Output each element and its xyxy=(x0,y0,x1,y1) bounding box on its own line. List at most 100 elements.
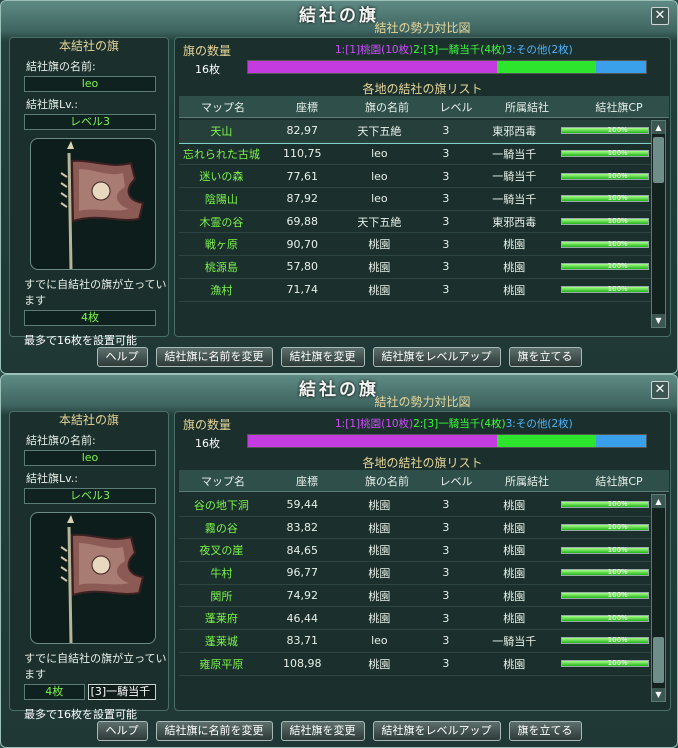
coord-cell: 71,74 xyxy=(286,283,319,297)
levelup-flag-button[interactable]: 結社旗をレベルアップ xyxy=(372,721,501,741)
cp-value: 100% xyxy=(607,149,628,158)
cp-value: 100% xyxy=(607,239,628,248)
column-header[interactable]: マップ名 xyxy=(179,99,267,115)
guild-cell: 桃園 xyxy=(503,566,526,580)
flag-name-cell: leo xyxy=(371,147,388,161)
flag-name-cell: leo xyxy=(371,192,388,206)
flag-name-cell: 天下五絶 xyxy=(357,124,402,138)
rename-flag-button[interactable]: 結社旗に名前を変更 xyxy=(155,721,273,741)
scroll-thumb[interactable] xyxy=(653,137,664,183)
map-name-cell: 戦ヶ原 xyxy=(204,238,238,252)
column-header[interactable]: 旗の名前 xyxy=(347,99,427,115)
coord-cell: 83,82 xyxy=(286,521,319,535)
table-row[interactable]: 戦ヶ原 90,70 桃園 3 桃園 100% xyxy=(179,233,651,257)
standing-flags-count: 4枚 xyxy=(24,310,156,326)
power-comparison-title: 結社の勢力対比図 xyxy=(374,395,471,409)
flag-level-value: レベル3 xyxy=(24,488,156,504)
coord-cell: 74,92 xyxy=(286,589,319,603)
column-header[interactable]: 結社旗CP xyxy=(569,99,669,115)
cp-value: 100% xyxy=(607,194,628,203)
table-row[interactable]: 牛村 96,77 桃園 3 桃園 100% xyxy=(179,562,651,585)
change-flag-button[interactable]: 結社旗を変更 xyxy=(280,721,365,741)
coord-cell: 110,75 xyxy=(283,147,322,161)
table-row[interactable]: 霧の谷 83,82 桃園 3 桃園 100% xyxy=(179,517,651,540)
cp-bar: 100% xyxy=(560,194,649,203)
table-row[interactable]: 木霊の谷 69,88 天下五絶 3 東邪西毒 100% xyxy=(179,211,651,234)
scroll-up-button[interactable]: ▲ xyxy=(652,495,665,508)
column-header[interactable]: 座標 xyxy=(267,473,347,489)
flag-name-cell: 桃園 xyxy=(368,521,391,535)
guild-cell: 東邪西毒 xyxy=(492,215,537,229)
table-header: マップ名 座標 旗の名前 レベル 所属結社 結社旗CP xyxy=(179,470,669,492)
table-row[interactable]: 陰陽山 87,92 leo 3 一騎当千 100% xyxy=(179,188,651,211)
raise-flag-button[interactable]: 旗を立てる xyxy=(508,347,582,367)
cp-bar: 100% xyxy=(560,126,649,135)
column-header[interactable]: 結社旗CP xyxy=(569,473,669,489)
button-bar: ヘルプ 結社旗に名前を変更 結社旗を変更 結社旗をレベルアップ 旗を立てる xyxy=(1,347,677,367)
table-row[interactable]: 蓬莱城 83,71 leo 3 一騎当千 100% xyxy=(179,630,651,653)
table-row[interactable]: 蓬莱府 46,44 桃園 3 桃園 100% xyxy=(179,607,651,631)
scroll-up-button[interactable]: ▲ xyxy=(652,121,665,134)
column-header[interactable]: 座標 xyxy=(267,99,347,115)
cp-cell: 100% xyxy=(555,126,651,135)
table-row[interactable]: 関所 74,92 桃園 3 桃園 100% xyxy=(179,585,651,608)
cp-bar: 100% xyxy=(560,546,649,554)
column-header[interactable]: 所属結社 xyxy=(485,473,569,489)
help-button[interactable]: ヘルプ xyxy=(96,721,148,741)
guild-dropdown[interactable]: [3]一騎当千 xyxy=(87,684,156,700)
column-header[interactable]: マップ名 xyxy=(179,473,267,489)
table-row[interactable]: 桃源島 57,80 桃園 3 桃園 100% xyxy=(179,256,651,279)
own-flag-title: 本結社の旗 xyxy=(58,413,119,427)
total-flags-label: 16枚 xyxy=(195,63,220,76)
flag-name-cell: 天下五絶 xyxy=(357,215,402,229)
table-row[interactable]: 谷の地下洞 59,44 桃園 3 桃園 100% xyxy=(179,494,651,517)
level-cell: 3 xyxy=(442,657,450,671)
flag-name-value: leo xyxy=(24,76,156,92)
power-comparison-panel: 結社の勢力対比図 旗の数量 1:[1]桃園(10枚)2:[3]一騎当千(4枚)3:そ… xyxy=(174,395,671,711)
cp-cell: 100% xyxy=(555,262,651,271)
cp-value: 100% xyxy=(607,613,628,622)
power-bar-segment xyxy=(596,435,646,447)
scroll-down-button[interactable]: ▼ xyxy=(652,688,665,701)
legend-item: 2:[3]一騎当千(4枚) xyxy=(413,418,506,430)
level-cell: 3 xyxy=(442,124,450,138)
help-button[interactable]: ヘルプ xyxy=(96,347,148,367)
column-header[interactable]: 所属結社 xyxy=(485,99,569,115)
flag-name-cell: 桃園 xyxy=(368,283,391,297)
table-row[interactable]: 夜叉の崖 84,65 桃園 3 桃園 100% xyxy=(179,539,651,563)
table-row[interactable]: 雍原平原 108,98 桃園 3 桃園 100% xyxy=(179,653,651,676)
flag-name-cell: 桃園 xyxy=(368,657,391,671)
coord-cell: 77,61 xyxy=(286,169,319,183)
button-bar: ヘルプ 結社旗に名前を変更 結社旗を変更 結社旗をレベルアップ 旗を立てる xyxy=(1,721,677,741)
table-row[interactable]: 迷いの森 77,61 leo 3 一騎当千 100% xyxy=(179,165,651,189)
levelup-flag-button[interactable]: 結社旗をレベルアップ xyxy=(372,347,501,367)
map-name-cell: 木霊の谷 xyxy=(199,215,244,229)
power-bar-segment xyxy=(248,435,497,447)
column-header[interactable]: レベル xyxy=(427,473,485,489)
column-header[interactable]: 旗の名前 xyxy=(347,473,427,489)
own-flag-panel: 本結社の旗 結社旗の名前: leo 結社旗Lv.: レベル3 すでに自結社の旗が立っていま… xyxy=(9,411,169,721)
map-name-cell: 陰陽山 xyxy=(204,192,238,206)
cp-value: 100% xyxy=(607,262,628,271)
map-name-cell: 天山 xyxy=(210,124,233,138)
raise-flag-button[interactable]: 旗を立てる xyxy=(508,721,582,741)
column-header[interactable]: レベル xyxy=(427,99,485,115)
list-scrollbar[interactable]: ▲ ▼ xyxy=(651,120,666,328)
change-flag-button[interactable]: 結社旗を変更 xyxy=(280,347,365,367)
cp-value: 100% xyxy=(607,171,628,180)
flag-name-label: 結社旗の名前: xyxy=(26,434,96,447)
table-row[interactable]: 忘れられた古城 110,75 leo 3 一騎当千 100% xyxy=(179,143,651,166)
flag-preview xyxy=(30,138,156,270)
table-row[interactable]: 天山 82,97 天下五絶 3 東邪西毒 100% xyxy=(179,120,651,144)
flag-count-label: 旗の数量 xyxy=(183,418,232,432)
coord-cell: 84,65 xyxy=(286,543,319,557)
flag-name-cell: leo xyxy=(371,169,388,183)
guild-cell: 一騎当千 xyxy=(492,147,537,161)
flag-name-cell: 桃園 xyxy=(368,498,391,512)
scroll-down-button[interactable]: ▼ xyxy=(652,314,665,327)
table-row[interactable]: 漁村 71,74 桃園 3 桃園 100% xyxy=(179,279,651,302)
rename-flag-button[interactable]: 結社旗に名前を変更 xyxy=(155,347,273,367)
list-scrollbar[interactable]: ▲ ▼ xyxy=(651,494,666,702)
guild-cell: 桃園 xyxy=(503,589,526,603)
scroll-thumb[interactable] xyxy=(653,637,664,683)
